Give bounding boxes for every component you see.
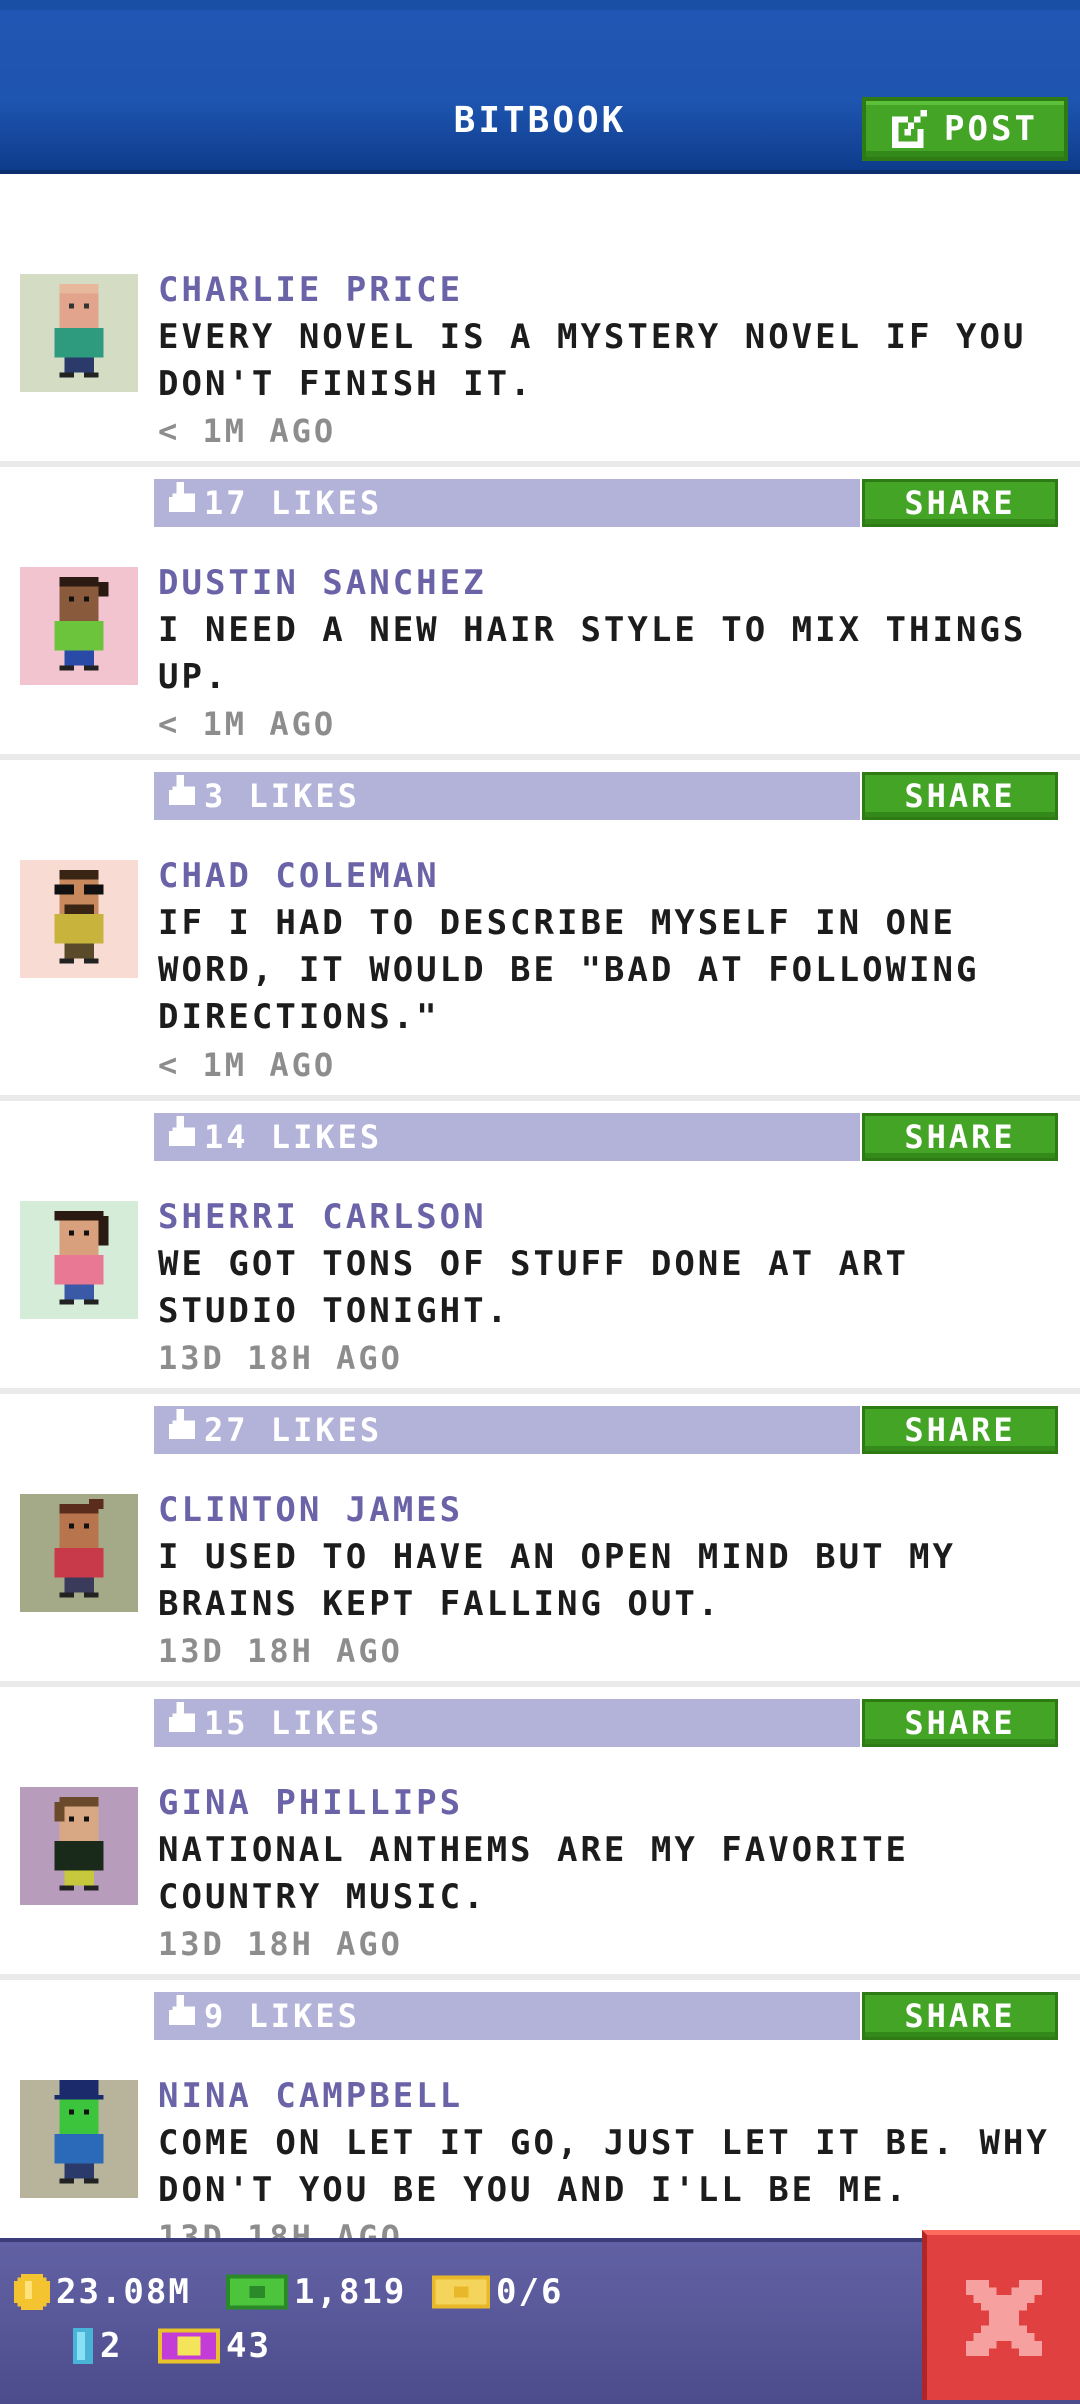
coins-stat: 23.08M [14,2272,191,2312]
avatar [20,1787,138,1905]
post-text: I USED TO HAVE AN OPEN MIND BUT MY BRAIN… [158,1537,956,1624]
tickets-stat: 0/6 [432,2272,563,2312]
gem-ticket-icon [158,2328,220,2364]
bux-value: 1,819 [294,2272,407,2312]
post-text: IF I HAD TO DESCRIBE MYSELF IN ONE WORD,… [158,903,980,1037]
feed-post: GINA PHILLIPS NATIONAL ANTHEMS ARE MY FA… [0,1687,1080,2040]
post-time: 13D 18H AGO [158,1925,403,1963]
gems-stat: 43 [158,2326,271,2366]
post-time: < 1M AGO [158,705,337,743]
post-text: COME ON LET IT GO, JUST LET IT BE. WHY D… [158,2123,1050,2210]
post-time: 13D 18H AGO [158,2218,403,2238]
feed-post: CLINTON JAMES I USED TO HAVE AN OPEN MIN… [0,1394,1080,1747]
post-author[interactable]: NINA CAMPBELL [158,2076,463,2116]
post-button-label: POST [944,109,1038,149]
bux-icon [226,2274,288,2310]
tickets-value: 0/6 [496,2272,564,2312]
post-text: WE GOT TONS OF STUFF DONE AT ART STUDIO … [158,1244,910,1331]
post-time: < 1M AGO [158,412,337,450]
coin-icon [14,2274,50,2310]
vip-value: 2 [100,2326,123,2366]
news-feed[interactable]: CHARLIE PRICE EVERY NOVEL IS A MYSTERY N… [0,174,1080,2238]
post-author[interactable]: DUSTIN SANCHEZ [158,563,487,603]
ticket-icon [432,2275,490,2309]
avatar [20,274,138,392]
avatar [20,567,138,685]
avatar [20,2080,138,2198]
vip-icon [73,2328,93,2364]
post-time: 13D 18H AGO [158,1632,403,1670]
vip-stat: 2 [72,2326,122,2366]
post-text: EVERY NOVEL IS A MYSTERY NOVEL IF YOU DO… [158,317,1027,404]
close-icon [965,2279,1042,2356]
close-button[interactable] [922,2230,1080,2400]
status-bar: 23.08M 1,819 0/6 2 43 [0,2238,1080,2404]
post-time: 13D 18H AGO [158,1339,403,1377]
avatar [20,1201,138,1319]
feed-post: NINA CAMPBELL COME ON LET IT GO, JUST LE… [0,1980,1080,2238]
post-author[interactable]: CHARLIE PRICE [158,270,463,310]
avatar [20,860,138,978]
post-author[interactable]: SHERRI CARLSON [158,1197,487,1237]
avatar [20,1494,138,1612]
post-text: NATIONAL ANTHEMS ARE MY FAVORITE COUNTRY… [158,1830,910,1917]
gems-value: 43 [226,2326,271,2366]
coins-value: 23.08M [56,2272,191,2312]
post-text: I NEED A NEW HAIR STYLE TO MIX THINGS UP… [158,610,1027,697]
bux-stat: 1,819 [226,2272,406,2312]
post-author[interactable]: CHAD COLEMAN [158,856,440,896]
app-header: BITBOOK POST [0,0,1080,174]
feed-post: CHARLIE PRICE EVERY NOVEL IS A MYSTERY N… [0,174,1080,527]
edit-icon [892,110,927,148]
post-button[interactable]: POST [862,97,1068,161]
feed-post: DUSTIN SANCHEZ I NEED A NEW HAIR STYLE T… [0,467,1080,820]
post-author[interactable]: CLINTON JAMES [158,1490,463,1530]
feed-post: SHERRI CARLSON WE GOT TONS OF STUFF DONE… [0,1101,1080,1454]
post-time: < 1M AGO [158,1046,337,1084]
feed-post: CHAD COLEMAN IF I HAD TO DESCRIBE MYSELF… [0,760,1080,1161]
post-author[interactable]: GINA PHILLIPS [158,1783,463,1823]
